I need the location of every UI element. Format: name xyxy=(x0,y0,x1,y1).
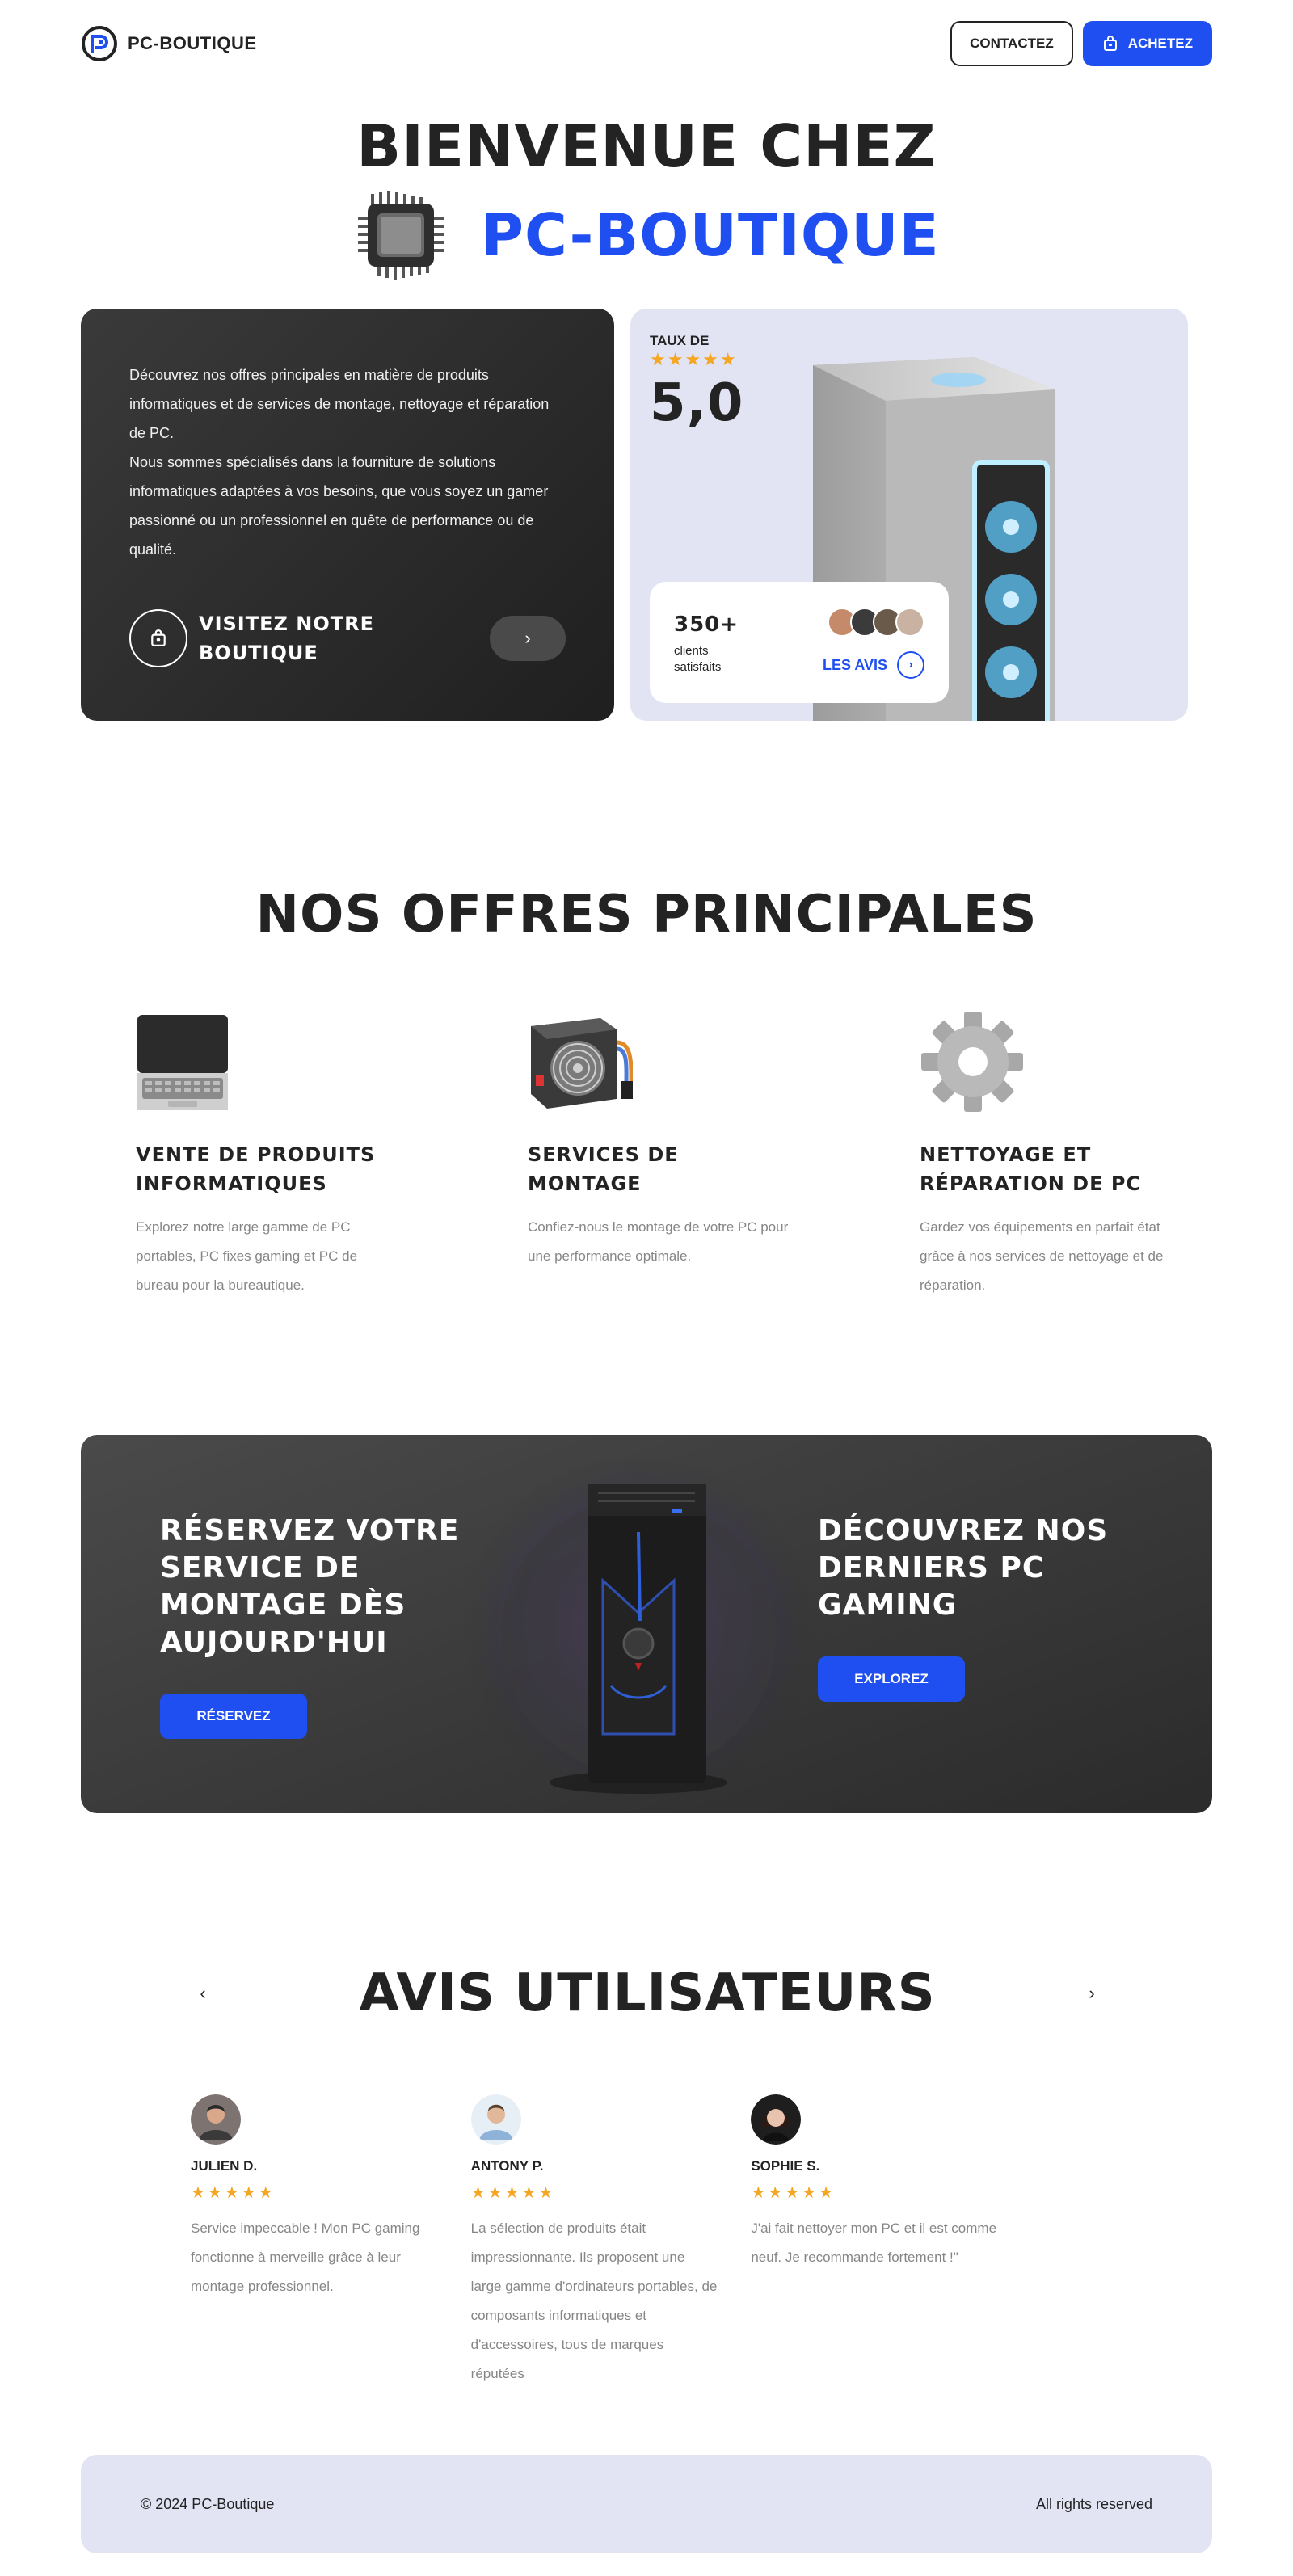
client-avatars xyxy=(828,608,924,637)
avatar xyxy=(751,2094,802,2145)
banner-right-title: DÉCOUVREZ NOS DERNIERS PC GAMING xyxy=(818,1514,1109,1622)
nav-buttons: CONTACTEZ ACHETEZ xyxy=(950,21,1212,66)
hero-title-line2: PC-BOUTIQUE xyxy=(481,201,940,269)
reviews-list: JULIEN D. ★★★★★ Service impeccable ! Mon… xyxy=(191,2094,999,2389)
avatar xyxy=(895,608,924,637)
footer-copyright: © 2024 PC-Boutique xyxy=(141,2495,275,2512)
visit-shop-label: VISITEZ NOTRE BOUTIQUE xyxy=(199,612,374,664)
reserve-button[interactable]: RÉSERVEZ xyxy=(160,1694,307,1739)
hero-intro-card: Découvrez nos offres principales en mati… xyxy=(81,309,614,721)
offer-title: NETTOYAGE ET RÉPARATION DE PC xyxy=(920,1143,1142,1195)
review-text: J'ai fait nettoyer mon PC et il est comm… xyxy=(751,2220,997,2265)
chevron-left-icon[interactable]: ‹ xyxy=(191,1983,215,2004)
reviewer-name: ANTONY P. xyxy=(470,2158,544,2174)
hero-title-line2-row: PC-BOUTIQUE xyxy=(0,187,1293,283)
clients-label: clients satisfaits xyxy=(674,644,722,674)
offers-list: VENTE DE PRODUITS INFORMATIQUES Explorez… xyxy=(136,1010,1186,1300)
review-text: Service impeccable ! Mon PC gaming fonct… xyxy=(191,2220,420,2294)
explore-button[interactable]: EXPLOREZ xyxy=(818,1656,965,1702)
clients-summary-box: 350+ clients satisfaits LES AVIS › xyxy=(650,582,949,703)
offer-card: SERVICES DE MONTAGE Confiez-nous le mont… xyxy=(528,1010,794,1300)
banner-left: RÉSERVEZ VOTRE SERVICE DE MONTAGE DÈS AU… xyxy=(160,1513,499,1739)
banner-right: DÉCOUVREZ NOS DERNIERS PC GAMING EXPLORE… xyxy=(818,1513,1157,1702)
promo-banner: RÉSERVEZ VOTRE SERVICE DE MONTAGE DÈS AU… xyxy=(81,1435,1212,1813)
review-stars: ★★★★★ xyxy=(470,2184,556,2202)
avatar xyxy=(191,2094,241,2145)
shopping-bag-icon xyxy=(1103,36,1117,51)
reviewer-name: SOPHIE S. xyxy=(751,2158,820,2174)
offer-card: NETTOYAGE ET RÉPARATION DE PC Gardez vos… xyxy=(920,1010,1186,1300)
brand[interactable]: PC-BOUTIQUE xyxy=(81,25,257,62)
buy-button-label: ACHETEZ xyxy=(1127,36,1193,51)
reviewer-name: JULIEN D. xyxy=(191,2158,258,2174)
gaming-pc-tower-image xyxy=(461,1459,816,1799)
buy-button[interactable]: ACHETEZ xyxy=(1082,21,1212,66)
hero-title: BIENVENUE CHEZ PC-BOUTIQUE xyxy=(0,113,1293,283)
review-card: ANTONY P. ★★★★★ La sélection de produits… xyxy=(470,2094,719,2389)
offer-description: Explorez notre large gamme de PC portabl… xyxy=(136,1219,358,1293)
reviews-title: AVIS UTILISATEURS xyxy=(359,1964,936,2023)
review-stars: ★★★★★ xyxy=(751,2184,836,2202)
site-header: PC-BOUTIQUE CONTACTEZ ACHETEZ xyxy=(81,21,1212,66)
shopping-bag-icon xyxy=(129,609,187,667)
power-supply-icon xyxy=(531,1018,634,1109)
offer-title: SERVICES DE MONTAGE xyxy=(528,1143,679,1195)
offer-description: Confiez-nous le montage de votre PC pour… xyxy=(528,1219,789,1264)
contact-button[interactable]: CONTACTEZ xyxy=(950,21,1073,66)
visit-shop-link[interactable]: VISITEZ NOTRE BOUTIQUE › xyxy=(129,609,566,667)
review-card: SOPHIE S. ★★★★★ J'ai fait nettoyer mon P… xyxy=(751,2094,999,2389)
rating-card: TAUX DE ★★★★★ 5,0 350+ clients satisfait… xyxy=(630,309,1188,721)
rating-value: 5,0 xyxy=(650,373,744,433)
offer-card: VENTE DE PRODUITS INFORMATIQUES Explorez… xyxy=(136,1010,402,1300)
banner-left-title: RÉSERVEZ VOTRE SERVICE DE MONTAGE DÈS AU… xyxy=(160,1514,460,1659)
offers-title: NOS OFFRES PRINCIPALES xyxy=(255,885,1038,945)
chevron-right-icon[interactable]: › xyxy=(490,616,566,661)
hero-description-1: Découvrez nos offres principales en mati… xyxy=(129,367,550,441)
review-stars: ★★★★★ xyxy=(191,2184,276,2202)
reviews-link[interactable]: LES AVIS › xyxy=(823,651,924,679)
chevron-right-icon: › xyxy=(897,651,924,679)
offer-title: VENTE DE PRODUITS INFORMATIQUES xyxy=(136,1143,376,1195)
brand-logo-icon xyxy=(82,26,117,61)
review-text: La sélection de produits était impressio… xyxy=(470,2220,718,2381)
rating-stars: ★★★★★ xyxy=(650,349,738,369)
rating-label: TAUX DE xyxy=(650,333,710,348)
reviews-header: ‹ AVIS UTILISATEURS › xyxy=(191,1964,1104,2023)
chevron-right-icon[interactable]: › xyxy=(1080,1983,1104,2004)
avatar xyxy=(470,2094,521,2145)
hero-description-2: Nous sommes spécialisés dans la fournitu… xyxy=(129,454,549,558)
gear-icon xyxy=(921,1012,1023,1112)
reviews-link-label: LES AVIS xyxy=(822,656,887,673)
footer-rights: All rights reserved xyxy=(1035,2495,1152,2512)
site-footer: © 2024 PC-Boutique All rights reserved xyxy=(81,2455,1212,2553)
hero-title-line1: BIENVENUE CHEZ xyxy=(356,112,937,180)
laptop-icon xyxy=(137,1015,228,1110)
cpu-chip-icon xyxy=(358,191,444,280)
review-card: JULIEN D. ★★★★★ Service impeccable ! Mon… xyxy=(191,2094,439,2389)
offer-description: Gardez vos équipements en parfait état g… xyxy=(920,1219,1164,1293)
brand-name: PC-BOUTIQUE xyxy=(128,33,257,53)
